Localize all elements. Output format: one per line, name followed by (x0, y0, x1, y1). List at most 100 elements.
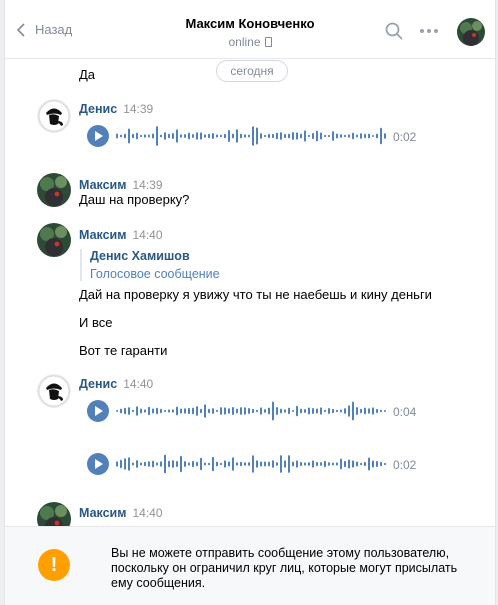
notice-text: Вы не можете отправить сообщение этому п… (111, 546, 458, 590)
avatar[interactable] (37, 173, 71, 207)
waveform-bar (212, 456, 214, 472)
waveform-bar (208, 133, 210, 139)
waveform-bar (336, 409, 338, 413)
waveform-bar (184, 134, 186, 138)
search-icon[interactable] (385, 22, 403, 40)
waveform-bar (260, 407, 262, 415)
waveform-bar (196, 132, 198, 140)
waveform-bar (180, 408, 182, 414)
waveform-bar (208, 462, 210, 466)
waveform-bar (384, 462, 386, 466)
waveform-bar (176, 460, 178, 468)
waveform-bar (368, 133, 370, 139)
waveform-bar (184, 408, 186, 414)
sherlock-avatar-icon (37, 99, 71, 133)
waveform-bar (200, 408, 202, 414)
voice-waveform[interactable] (116, 399, 386, 423)
waveform-bar (148, 461, 150, 467)
waveform-bar (260, 133, 262, 139)
voice-waveform[interactable] (116, 124, 386, 148)
waveform-bar (172, 409, 174, 413)
waveform-bar (308, 407, 310, 415)
waveform-bar (152, 133, 154, 139)
waveform-bar (188, 407, 190, 415)
waveform-bar (332, 131, 334, 141)
waveform-bar (244, 407, 246, 415)
avatar-image (37, 223, 71, 257)
forwarded-message[interactable]: Денис Хамишов Голосовое сообщение (80, 249, 220, 281)
waveform-bar (136, 406, 138, 416)
message-author[interactable]: Денис 14:39 (79, 102, 153, 116)
waveform-bar (272, 460, 274, 468)
waveform-bar (232, 457, 234, 471)
waveform-bar (376, 408, 378, 414)
waveform-bar (256, 127, 258, 145)
waveform-bar (384, 133, 386, 139)
waveform-bar (276, 132, 278, 140)
sherlock-avatar-icon (37, 374, 71, 408)
waveform-bar (144, 134, 146, 138)
waveform-bar (328, 134, 330, 138)
waveform-bar (192, 407, 194, 415)
waveform-bar (232, 133, 234, 139)
waveform-bar (172, 132, 174, 140)
waveform-bar (360, 462, 362, 466)
message-author[interactable]: Денис 14:40 (79, 377, 153, 391)
waveform-bar (116, 409, 118, 413)
waveform-bar (160, 134, 162, 138)
waveform-bar (188, 462, 190, 466)
waveform-bar (324, 409, 326, 413)
avatar[interactable] (457, 18, 485, 46)
message-author[interactable]: Максим 14:40 (79, 506, 163, 520)
waveform-bar (164, 454, 166, 474)
waveform-bar (316, 130, 318, 142)
waveform-bar (292, 409, 294, 413)
waveform-bar (312, 407, 314, 415)
waveform-bar (300, 461, 302, 467)
avatar[interactable] (37, 374, 71, 408)
waveform-bar (204, 462, 206, 466)
waveform-bar (264, 461, 266, 467)
avatar-image (37, 173, 71, 207)
waveform-bar (312, 460, 314, 468)
waveform-bar (352, 460, 354, 468)
waveform-bar (248, 134, 250, 138)
waveform-bar (132, 133, 134, 139)
play-button[interactable] (87, 400, 109, 422)
waveform-bar (216, 409, 218, 413)
avatar[interactable] (37, 223, 71, 257)
waveform-bar (324, 460, 326, 468)
waveform-bar (276, 407, 278, 415)
message-time: 14:40 (132, 506, 163, 520)
waveform-bar (324, 134, 326, 138)
waveform-bar (276, 462, 278, 466)
avatar[interactable] (37, 99, 71, 133)
waveform-bar (132, 462, 134, 466)
message-author[interactable]: Максим 14:40 (79, 228, 163, 242)
waveform-bar (376, 133, 378, 139)
waveform-bar (368, 457, 370, 471)
waveform-bar (172, 460, 174, 468)
message-text: Дай на проверку я увижу что ты не наебеш… (79, 287, 432, 302)
waveform-bar (164, 409, 166, 413)
voice-waveform[interactable] (116, 452, 386, 476)
voice-duration: 0:02 (393, 130, 417, 144)
waveform-bar (188, 132, 190, 140)
waveform-bar (272, 133, 274, 139)
forward-subtitle: Голосовое сообщение (90, 267, 220, 281)
message-time: 14:39 (123, 102, 154, 116)
waveform-bar (296, 132, 298, 140)
waveform-bar (260, 461, 262, 467)
play-button[interactable] (87, 453, 109, 475)
more-icon[interactable] (419, 28, 439, 34)
waveform-bar (384, 409, 386, 413)
waveform-bar (308, 462, 310, 466)
waveform-bar (160, 461, 162, 467)
waveform-bar (192, 460, 194, 468)
message-author[interactable]: Максим 14:39 (79, 178, 163, 192)
waveform-bar (364, 407, 366, 415)
waveform-bar (288, 133, 290, 139)
waveform-bar (220, 407, 222, 415)
online-status: online (5, 35, 495, 49)
play-button[interactable] (87, 125, 109, 147)
